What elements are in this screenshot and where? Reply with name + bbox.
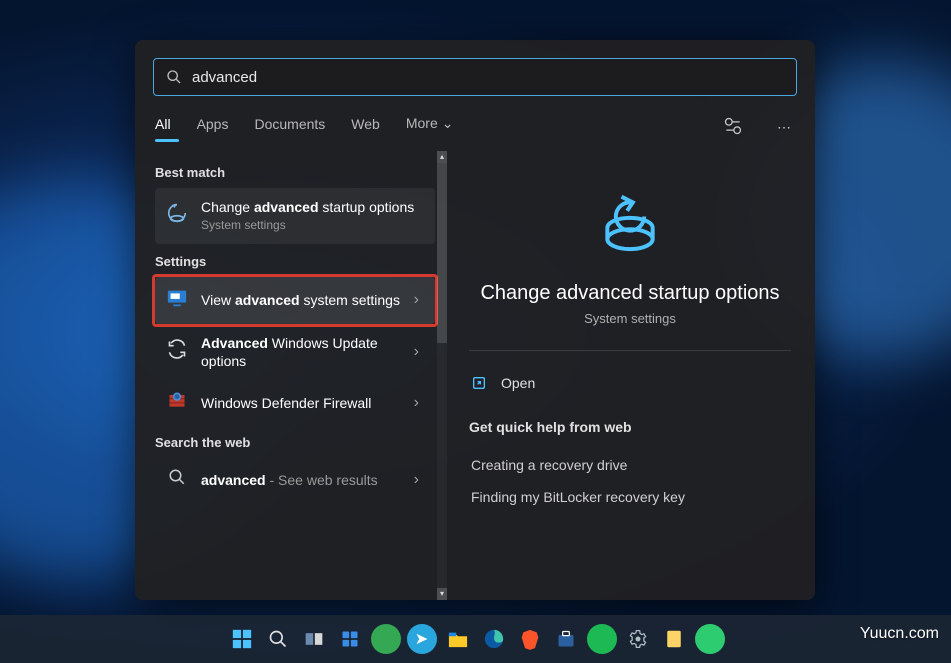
more-options-icon[interactable]: ⋯ — [773, 115, 795, 140]
help-heading: Get quick help from web — [469, 419, 791, 435]
tab-web[interactable]: Web — [351, 116, 380, 140]
result-best-match[interactable]: Change advanced startup options System s… — [155, 188, 435, 244]
results-column: Best match Change advanced startup optio… — [135, 151, 435, 600]
chevron-right-icon: › — [410, 291, 423, 309]
firewall-icon — [163, 390, 191, 415]
result-windows-update[interactable]: Advanced Windows Update options › — [155, 324, 435, 380]
chevron-right-icon: › — [410, 343, 423, 361]
taskbar-widgets-icon[interactable] — [335, 624, 365, 654]
taskbar-search-icon[interactable] — [263, 624, 293, 654]
taskbar-settings-icon[interactable] — [623, 624, 653, 654]
search-settings-icon[interactable] — [719, 112, 747, 143]
tab-documents[interactable]: Documents — [254, 116, 325, 140]
taskbar-telegram-icon[interactable]: ➤ — [407, 624, 437, 654]
result-defender-firewall[interactable]: Windows Defender Firewall › — [155, 380, 435, 425]
preview-startup-icon — [469, 171, 791, 264]
search-panel: All Apps Documents Web More⌄ ⋯ Best matc… — [135, 40, 815, 600]
tab-apps[interactable]: Apps — [197, 116, 229, 140]
taskbar-start-icon[interactable] — [227, 624, 257, 654]
taskbar-app-icon[interactable] — [371, 624, 401, 654]
search-input[interactable] — [192, 69, 784, 86]
taskbar-taskview-icon[interactable] — [299, 624, 329, 654]
scroll-up-icon[interactable]: ▴ — [437, 151, 447, 163]
section-best-match: Best match — [155, 165, 435, 180]
chevron-right-icon: › — [410, 471, 423, 489]
result-view-advanced-system[interactable]: View advanced system settings › — [155, 277, 435, 324]
taskbar-store-icon[interactable] — [551, 624, 581, 654]
open-icon — [471, 375, 487, 391]
taskbar-explorer-icon[interactable] — [443, 624, 473, 654]
search-icon — [166, 69, 182, 85]
help-link-recovery-drive[interactable]: Creating a recovery drive — [469, 449, 791, 481]
taskbar-notes-icon[interactable] — [659, 624, 689, 654]
search-box[interactable] — [153, 58, 797, 96]
preview-title: Change advanced startup options — [469, 282, 791, 305]
taskbar-app2-icon[interactable] — [695, 624, 725, 654]
open-action[interactable]: Open — [469, 369, 791, 397]
taskbar-edge-icon[interactable] — [479, 624, 509, 654]
divider — [469, 350, 791, 351]
taskbar: ➤ — [0, 615, 951, 663]
scrollbar[interactable]: ▴ ▾ — [437, 151, 447, 600]
startup-icon — [163, 202, 191, 229]
tab-all[interactable]: All — [155, 116, 171, 140]
monitor-icon — [163, 287, 191, 314]
tab-more[interactable]: More⌄ — [406, 115, 454, 140]
scroll-thumb[interactable] — [437, 163, 447, 343]
filter-tabs: All Apps Documents Web More⌄ ⋯ — [135, 96, 815, 151]
sync-icon — [163, 339, 191, 364]
scroll-down-icon[interactable]: ▾ — [437, 588, 447, 600]
taskbar-brave-icon[interactable] — [515, 624, 545, 654]
taskbar-spotify-icon[interactable] — [587, 624, 617, 654]
preview-subtitle: System settings — [469, 311, 791, 326]
section-search-web: Search the web — [155, 435, 435, 450]
result-web-search[interactable]: advanced - See web results › — [155, 458, 435, 501]
chevron-right-icon: › — [410, 394, 423, 412]
chevron-down-icon: ⌄ — [442, 115, 454, 131]
watermark: Yuucn.com — [860, 625, 939, 643]
section-settings: Settings — [155, 254, 435, 269]
help-link-bitlocker[interactable]: Finding my BitLocker recovery key — [469, 481, 791, 513]
search-icon — [163, 468, 191, 491]
preview-pane: Change advanced startup options System s… — [435, 151, 815, 600]
